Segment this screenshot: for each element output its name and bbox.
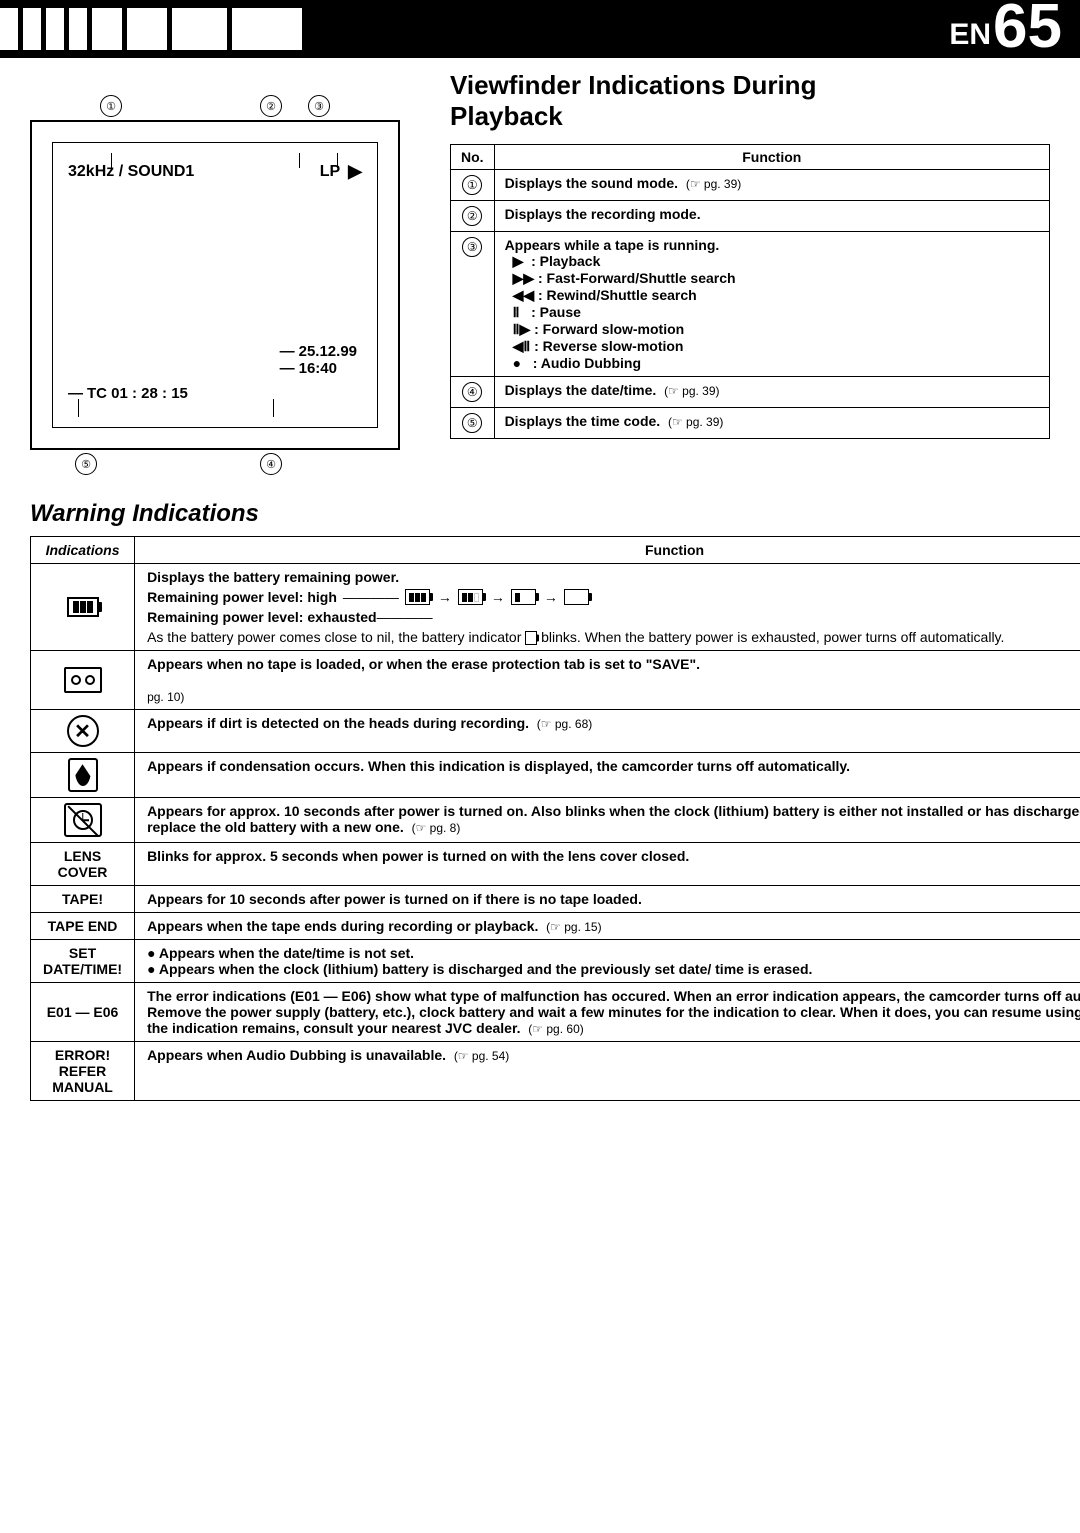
date-label: 25.12.99 <box>299 343 357 360</box>
table-row: Appears when no tape is loaded, or when … <box>31 651 1080 710</box>
vf-section-title: Viewfinder Indications During Playback <box>450 70 1050 132</box>
main-content: ① ② ③ 32kHz / SOUND1 LP ▶ <box>30 70 1050 1101</box>
vf-row-4-function: Displays the date/time. (☞ pg. 39) <box>494 377 1049 408</box>
warning-col-function: Function <box>135 537 1080 564</box>
callout-2: ② <box>260 95 282 117</box>
clock-indication <box>31 798 135 843</box>
table-row: ① Displays the sound mode. (☞ pg. 39) <box>451 170 1050 201</box>
lens-cover-indication: LENS COVER <box>31 843 135 886</box>
vf-row-2-no: ② <box>451 201 495 232</box>
viewfinder-outer-box: 32kHz / SOUND1 LP ▶ — <box>30 120 400 450</box>
callout-4: ④ <box>260 453 282 475</box>
table-row: ② Displays the recording mode. <box>451 201 1050 232</box>
header-stripes <box>0 0 340 58</box>
vf-row-3-no: ③ <box>451 232 495 377</box>
clock-function: Appears for approx. 10 seconds after pow… <box>135 798 1080 843</box>
vf-row-3-function: Appears while a tape is running. ▶ : Pla… <box>494 232 1049 377</box>
rec-mode-container: LP ▶ <box>320 161 362 182</box>
callout-5: ⑤ <box>75 453 97 475</box>
time-label: 16:40 <box>299 360 337 377</box>
en-label: EN <box>949 20 991 50</box>
battery-indication <box>31 564 135 651</box>
table-row: ✕ Appears if dirt is detected on the hea… <box>31 710 1080 753</box>
warning-title: Warning Indications <box>30 500 1050 528</box>
vf-row-5-no: ⑤ <box>451 408 495 439</box>
warning-col-indications: Indications <box>31 537 135 564</box>
table-row: ④ Displays the date/time. (☞ pg. 39) <box>451 377 1050 408</box>
table-row: SET DATE/TIME! ● Appears when the date/t… <box>31 940 1080 983</box>
warning-table: Indications Function <box>30 536 1080 1101</box>
battery-function: Displays the battery remaining power. Re… <box>135 564 1080 651</box>
callout-1: ① <box>100 95 122 117</box>
lens-cover-function: Blinks for approx. 5 seconds when power … <box>135 843 1080 886</box>
vf-row-4-no: ④ <box>451 377 495 408</box>
xcircle-function: Appears if dirt is detected on the heads… <box>135 710 1080 753</box>
viewfinder-inner-box: 32kHz / SOUND1 LP ▶ — <box>52 142 378 428</box>
page-number: EN 65 <box>949 0 1080 58</box>
table-row: TAPE END Appears when the tape ends duri… <box>31 913 1080 940</box>
table-row: ERROR!REFER MANUAL Appears when Audio Du… <box>31 1042 1080 1101</box>
tape-function: Appears for 10 seconds after power is tu… <box>135 886 1080 913</box>
droplet-indication <box>31 753 135 798</box>
table-row: Appears for approx. 10 seconds after pow… <box>31 798 1080 843</box>
tape-indication: TAPE! <box>31 886 135 913</box>
vf-row-1-no: ① <box>451 170 495 201</box>
table-row: LENS COVER Blinks for approx. 5 seconds … <box>31 843 1080 886</box>
vf-datetime: — 25.12.99 — 16:40 <box>280 343 357 377</box>
warning-section: Warning Indications Indications Function <box>30 500 1050 1101</box>
xcircle-indication: ✕ <box>31 710 135 753</box>
vf-top-row: 32kHz / SOUND1 LP ▶ <box>68 161 362 182</box>
vf-bottom-row: — TC 01 : 28 : 15 <box>68 385 362 402</box>
vf-col-no: No. <box>451 145 495 170</box>
tc-container: — TC 01 : 28 : 15 <box>68 385 362 402</box>
viewfinder-table: No. Function ① Displays the sound mode. … <box>450 144 1050 439</box>
header-bar: EN 65 <box>0 0 1080 58</box>
callout-line-5 <box>78 399 79 417</box>
viewfinder-section: ① ② ③ 32kHz / SOUND1 LP ▶ <box>30 70 1050 450</box>
table-row: TAPE! Appears for 10 seconds after power… <box>31 886 1080 913</box>
callout-line-4 <box>273 399 274 417</box>
timecode-label: TC 01 : 28 : 15 <box>87 385 188 402</box>
table-row: Appears if condensation occurs. When thi… <box>31 753 1080 798</box>
cassette-function: Appears when no tape is loaded, or when … <box>135 651 1080 710</box>
tape-end-indication: TAPE END <box>31 913 135 940</box>
tape-end-function: Appears when the tape ends during record… <box>135 913 1080 940</box>
e01-e06-indication: E01 — E06 <box>31 983 135 1042</box>
play-symbol: ▶ <box>348 161 362 182</box>
callout-line-3 <box>337 153 338 168</box>
set-date-time-function: ● Appears when the date/time is not set.… <box>135 940 1080 983</box>
vf-row-2-function: Displays the recording mode. <box>494 201 1049 232</box>
table-row: ③ Appears while a tape is running. ▶ : P… <box>451 232 1050 377</box>
callout-line-1 <box>111 153 112 168</box>
table-row: ⑤ Displays the time code. (☞ pg. 39) <box>451 408 1050 439</box>
vf-row-1-function: Displays the sound mode. (☞ pg. 39) <box>494 170 1049 201</box>
table-row: E01 — E06 The error indications (E01 — E… <box>31 983 1080 1042</box>
set-date-time-indication: SET DATE/TIME! <box>31 940 135 983</box>
error-refer-manual-indication: ERROR!REFER MANUAL <box>31 1042 135 1101</box>
callout-3: ③ <box>308 95 330 117</box>
viewfinder-diagram-container: ① ② ③ 32kHz / SOUND1 LP ▶ <box>30 120 420 450</box>
error-refer-manual-function: Appears when Audio Dubbing is unavailabl… <box>135 1042 1080 1101</box>
viewfinder-table-container: Viewfinder Indications During Playback N… <box>450 70 1050 450</box>
callout-line-2 <box>299 153 300 168</box>
table-row: Displays the battery remaining power. Re… <box>31 564 1080 651</box>
vf-col-function: Function <box>494 145 1049 170</box>
vf-row-5-function: Displays the time code. (☞ pg. 39) <box>494 408 1049 439</box>
droplet-function: Appears if condensation occurs. When thi… <box>135 753 1080 798</box>
cassette-indication <box>31 651 135 710</box>
sound-mode-label: 32kHz / SOUND1 <box>68 163 194 181</box>
e01-e06-function: The error indications (E01 — E06) show w… <box>135 983 1080 1042</box>
